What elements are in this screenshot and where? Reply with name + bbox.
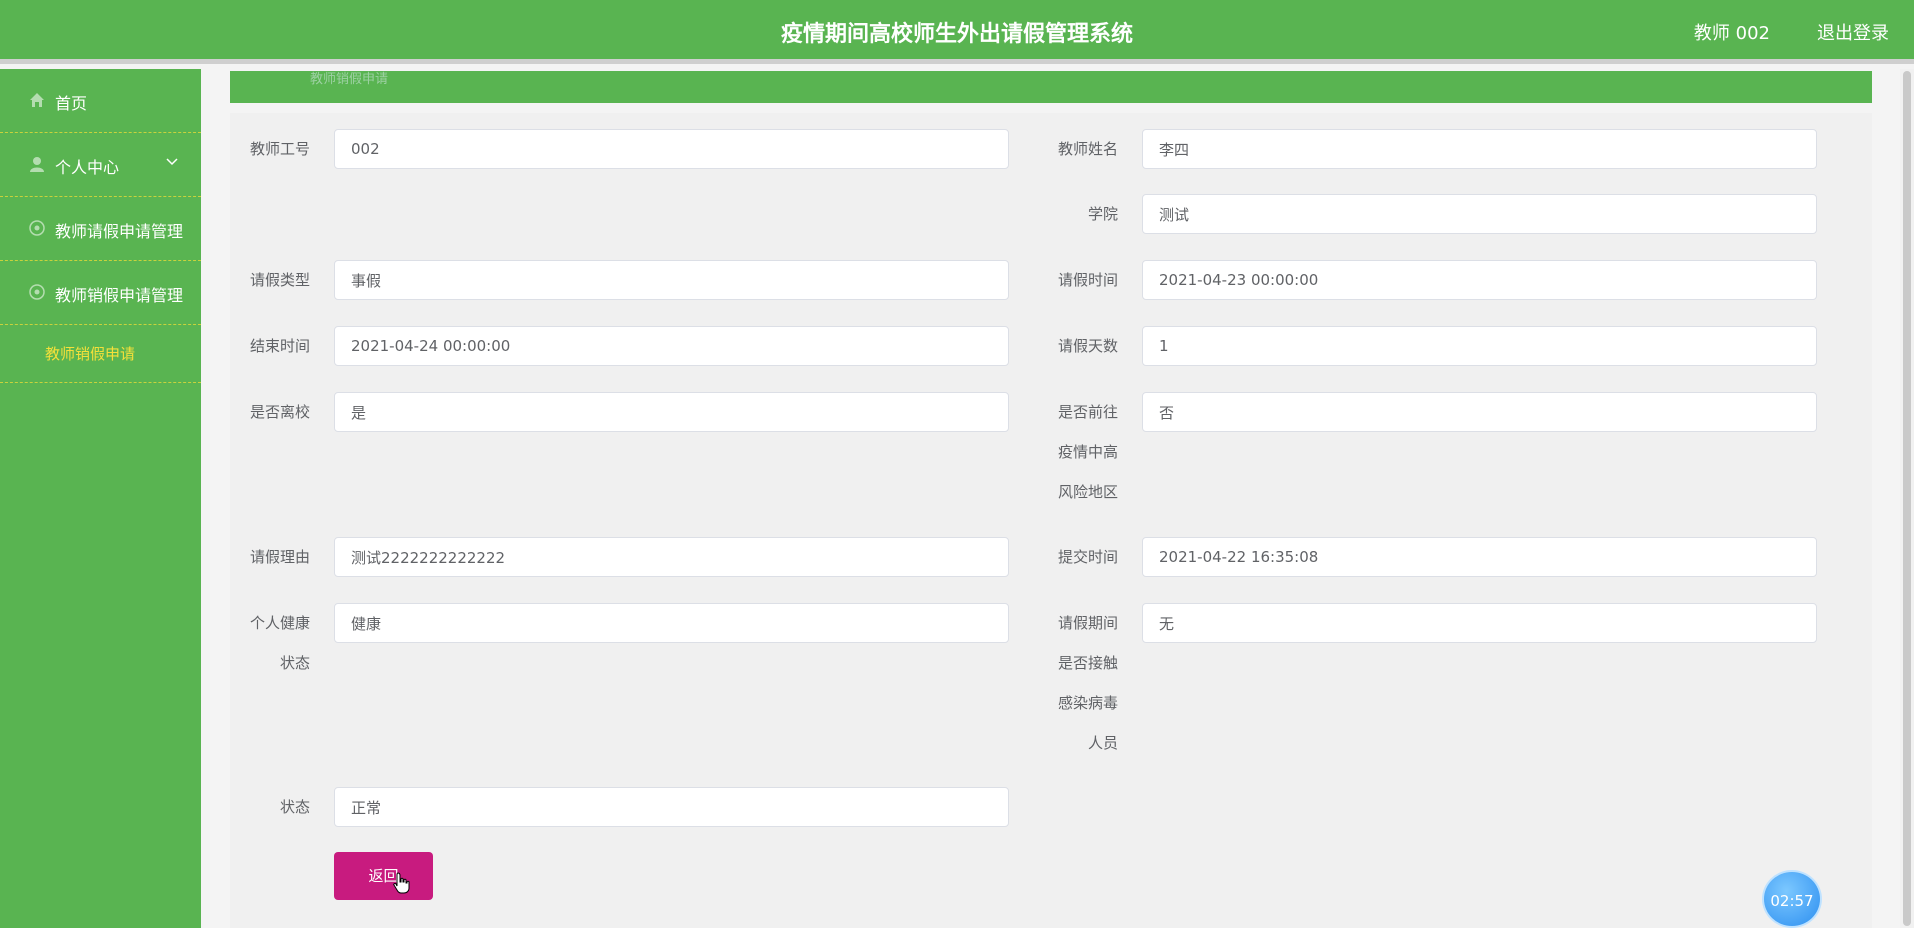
breadcrumb[interactable]: 教师销假申请	[310, 68, 388, 87]
main-content: 教师销假申请 教师工号 教师姓名 学院 请假类型 请假时间 结束时间 请假天数 …	[201, 69, 1900, 928]
breadcrumb-bar: 教师销假申请	[230, 71, 1872, 103]
contact-field[interactable]	[1142, 603, 1817, 643]
sidebar-item-cancel-leave-management[interactable]: 教师销假申请管理	[0, 261, 201, 325]
high-risk-label: 是否前往 疫情中高 风险地区	[1038, 392, 1118, 512]
sidebar-item-label: 个人中心	[55, 158, 120, 177]
back-button[interactable]: 返回	[334, 852, 433, 900]
leave-days-field[interactable]	[1142, 326, 1817, 366]
label-line: 疫情中高	[1057, 443, 1118, 461]
contact-label: 请假期间 是否接触 感染病毒 人员	[1038, 603, 1118, 763]
college-label: 学院	[1087, 205, 1118, 223]
health-label: 个人健康 状态	[230, 603, 310, 683]
sidebar-item-label: 首页	[55, 94, 88, 113]
scrollbar[interactable]	[1900, 69, 1914, 928]
sidebar-subitem-label[interactable]: 教师销假申请	[45, 343, 135, 364]
end-time-field[interactable]	[334, 326, 1009, 366]
label-line: 状态	[279, 654, 310, 672]
sidebar-subitem-cancel-leave[interactable]: 教师销假申请	[0, 325, 201, 383]
leave-type-label: 请假类型	[249, 271, 310, 289]
top-header: 疫情期间高校师生外出请假管理系统 教师 002 退出登录	[0, 0, 1914, 64]
sidebar-item-personal-center[interactable]: 个人中心	[0, 133, 201, 197]
teacher-id-field[interactable]	[334, 129, 1009, 169]
health-field[interactable]	[334, 603, 1009, 643]
left-school-label: 是否离校	[249, 403, 310, 421]
leave-type-field[interactable]	[334, 260, 1009, 300]
leave-time-label: 请假时间	[1057, 271, 1118, 289]
current-user: 教师 002	[1693, 23, 1770, 44]
label-line: 风险地区	[1057, 483, 1118, 501]
college-field[interactable]	[1142, 194, 1817, 234]
teacher-name-label: 教师姓名	[1057, 140, 1118, 158]
sidebar-item-leave-management[interactable]: 教师请假申请管理	[0, 197, 201, 261]
label-line: 请假期间	[1057, 614, 1118, 632]
sidebar-item-label: 教师销假申请管理	[55, 286, 184, 305]
detail-form: 教师工号 教师姓名 学院 请假类型 请假时间 结束时间 请假天数 是否离校 是否…	[230, 113, 1872, 928]
user-icon	[30, 157, 44, 172]
teacher-name-field[interactable]	[1142, 129, 1817, 169]
sidebar-item-label: 教师请假申请管理	[55, 222, 184, 241]
label-line: 是否前往	[1057, 403, 1118, 421]
scrollbar-thumb[interactable]	[1903, 71, 1911, 926]
floating-timer[interactable]: 02:57	[1762, 870, 1822, 928]
label-line: 是否接触	[1057, 654, 1118, 672]
teacher-id-label: 教师工号	[249, 140, 310, 158]
settings-icon	[29, 220, 45, 236]
reason-label: 请假理由	[249, 548, 310, 566]
submit-time-label: 提交时间	[1057, 548, 1118, 566]
left-school-field[interactable]	[334, 392, 1009, 432]
status-label: 状态	[279, 798, 310, 816]
leave-days-label: 请假天数	[1057, 337, 1118, 355]
leave-time-field[interactable]	[1142, 260, 1817, 300]
label-line: 个人健康	[249, 614, 310, 632]
logout-link[interactable]: 退出登录	[1817, 19, 1889, 45]
sidebar: 首页 个人中心 教师请假申请管理 教师销假申请管理 教师销假申请	[0, 69, 201, 928]
status-field[interactable]	[334, 787, 1009, 827]
label-line: 人员	[1087, 734, 1118, 752]
home-icon	[30, 93, 44, 107]
label-line: 感染病毒	[1057, 694, 1118, 712]
settings-icon	[29, 284, 45, 300]
submit-time-field[interactable]	[1142, 537, 1817, 577]
hand-cursor-icon	[393, 872, 410, 894]
reason-field[interactable]	[334, 537, 1009, 577]
sidebar-item-home[interactable]: 首页	[0, 69, 201, 133]
app-title: 疫情期间高校师生外出请假管理系统	[780, 22, 1133, 47]
end-time-label: 结束时间	[249, 337, 310, 355]
chevron-down-icon[interactable]	[165, 155, 179, 169]
high-risk-field[interactable]	[1142, 392, 1817, 432]
